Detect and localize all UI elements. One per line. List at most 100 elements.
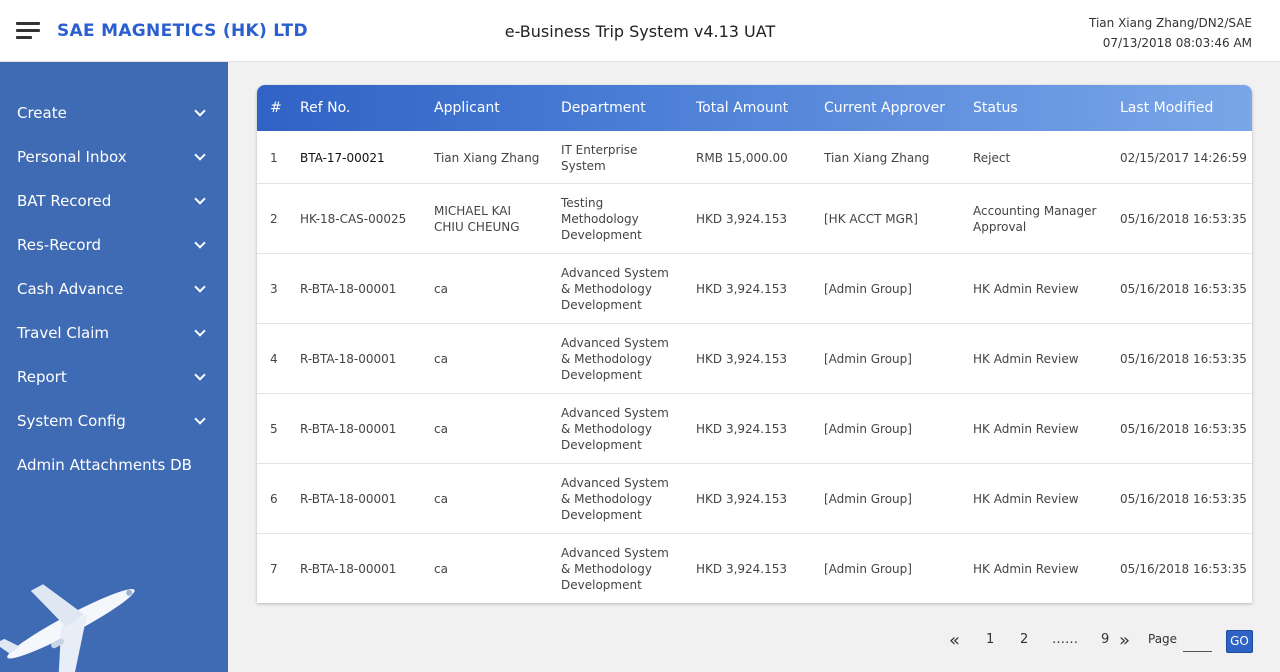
applicant-cell-line: ca (434, 352, 448, 366)
last-modified-cell: 05/16/2018 16:53:35 (1120, 422, 1247, 436)
chevron-down-icon (194, 105, 206, 117)
sidebar: Create Personal Inbox BAT Recored Res-Recor… (0, 62, 228, 672)
header-col-modified[interactable]: Last Modified (1120, 85, 1213, 131)
table-row[interactable]: 1 BTA-17-00021 Tian Xiang Zhang IT Enterpri… (257, 131, 1252, 184)
status-cell-line: HK Admin Review (973, 352, 1079, 366)
total-amount-cell: HKD 3,924.153 (696, 352, 788, 366)
header-col-department[interactable]: Department (561, 85, 646, 131)
status-cell: Reject (973, 150, 1010, 166)
department-cell-line: Testing (561, 196, 604, 210)
header-col-approver[interactable]: Current Approver (824, 85, 945, 131)
top-header: SAE MAGNETICS (HK) LTD e-Business Trip S… (0, 0, 1280, 62)
table-header: # Ref No. Applicant Department Total Amount C… (257, 85, 1252, 131)
department-cell-line: Development (561, 508, 642, 522)
row-number: 6 (270, 492, 278, 506)
header-col-num[interactable]: # (270, 85, 282, 131)
table-row[interactable]: 7 R-BTA-18-00001 ca Advanced System & Method… (257, 534, 1252, 603)
airplane-illustration (0, 584, 135, 672)
ref-number-link[interactable]: R-BTA-18-00001 (300, 561, 396, 577)
department-cell: Advanced System & Methodology Development (561, 405, 669, 453)
table-row[interactable]: 4 R-BTA-18-00001 ca Advanced System & Method… (257, 324, 1252, 394)
department-cell-line: Development (561, 578, 642, 592)
last-modified-cell: 05/16/2018 16:53:35 (1120, 562, 1247, 576)
double-chevron-right-icon[interactable]: » (1119, 632, 1130, 650)
pagination-page-link[interactable]: 9 (1101, 632, 1109, 647)
row-number: 2 (270, 212, 278, 226)
header-col-applicant[interactable]: Applicant (434, 85, 500, 131)
sidebar-item[interactable]: Admin Attachments DB (0, 443, 228, 487)
chevron-down-icon (194, 325, 206, 337)
row-number: 5 (270, 422, 278, 436)
status-cell-line: Approval (973, 220, 1027, 234)
page-number-input[interactable] (1183, 636, 1212, 652)
app-title: e-Business Trip System v4.13 UAT (504, 22, 776, 41)
row-number: 7 (270, 562, 278, 576)
department-cell: Advanced System & Methodology Development (561, 335, 669, 383)
sidebar-item-label: Res-Record (17, 236, 102, 254)
ref-number-link[interactable]: R-BTA-18-00001 (300, 351, 396, 367)
sidebar-item[interactable]: Create (0, 91, 228, 135)
applicant-cell-line: Tian Xiang Zhang (434, 151, 540, 165)
chevron-down-icon (194, 193, 206, 205)
status-cell-line: HK Admin Review (973, 422, 1079, 436)
sidebar-item[interactable]: System Config (0, 399, 228, 443)
page-label: Page (1148, 632, 1178, 646)
header-col-ref[interactable]: Ref No. (300, 85, 350, 131)
department-cell-line: Advanced System (561, 476, 669, 490)
row-number: 1 (270, 151, 278, 165)
sidebar-item-label: Report (17, 368, 67, 386)
sidebar-item[interactable]: Res-Record (0, 223, 228, 267)
pagination-page-link[interactable]: 2 (1020, 632, 1028, 647)
status-cell: HK Admin Review (973, 281, 1079, 297)
approver-cell: [Admin Group] (824, 352, 912, 366)
last-modified-cell: 05/16/2018 16:53:35 (1120, 212, 1247, 226)
department-cell-line: & Methodology (561, 562, 652, 576)
ref-number-link[interactable]: R-BTA-18-00001 (300, 281, 396, 297)
department-cell-line: Development (561, 298, 642, 312)
sidebar-item[interactable]: Cash Advance (0, 267, 228, 311)
department-cell-line: Advanced System (561, 266, 669, 280)
table-row[interactable]: 3 R-BTA-18-00001 ca Advanced System & Method… (257, 254, 1252, 324)
table-row[interactable]: 6 R-BTA-18-00001 ca Advanced System & Method… (257, 464, 1252, 534)
total-amount-cell: HKD 3,924.153 (696, 282, 788, 296)
department-cell: Advanced System & Methodology Development (561, 475, 669, 523)
current-datetime: 07/13/2018 08:03:46 AM (1102, 36, 1252, 50)
trip-records-table: # Ref No. Applicant Department Total Amount C… (257, 85, 1252, 603)
ref-number-link[interactable]: R-BTA-18-00001 (300, 491, 396, 507)
sidebar-item-label: Cash Advance (17, 280, 124, 298)
status-cell: Accounting Manager Approval (973, 203, 1096, 235)
status-cell: HK Admin Review (973, 421, 1079, 437)
sidebar-item[interactable]: Personal Inbox (0, 135, 228, 179)
pagination-page-link[interactable]: 1 (986, 632, 994, 647)
ref-number-link[interactable]: HK-18-CAS-00025 (300, 211, 406, 227)
department-cell-line: & Methodology (561, 422, 652, 436)
approver-cell: Tian Xiang Zhang (824, 151, 930, 165)
go-button[interactable]: GO (1226, 630, 1253, 653)
sidebar-item-label: Personal Inbox (17, 148, 127, 166)
approver-cell: [Admin Group] (824, 562, 912, 576)
department-cell-line: IT Enterprise (561, 143, 638, 157)
total-amount-cell: HKD 3,924.153 (696, 212, 788, 226)
table-row[interactable]: 5 R-BTA-18-00001 ca Advanced System & Method… (257, 394, 1252, 464)
department-cell-line: Advanced System (561, 406, 669, 420)
department-cell: IT Enterprise System (561, 142, 637, 174)
ref-number-link[interactable]: BTA-17-00021 (300, 150, 385, 166)
chevron-down-icon (194, 281, 206, 293)
sidebar-menu: Create Personal Inbox BAT Recored Res-Recor… (0, 91, 228, 487)
sidebar-item-label: Create (17, 104, 67, 122)
department-cell-line: Development (561, 438, 642, 452)
sidebar-item[interactable]: BAT Recored (0, 179, 228, 223)
department-cell-line: Advanced System (561, 336, 669, 350)
sidebar-item-label: Admin Attachments DB (17, 456, 192, 474)
sidebar-item[interactable]: Report (0, 355, 228, 399)
header-col-amount[interactable]: Total Amount (696, 85, 788, 131)
last-modified-cell: 05/16/2018 16:53:35 (1120, 492, 1247, 506)
approver-cell: [Admin Group] (824, 492, 912, 506)
header-col-status[interactable]: Status (973, 85, 1018, 131)
ref-number-link[interactable]: R-BTA-18-00001 (300, 421, 396, 437)
sidebar-item[interactable]: Travel Claim (0, 311, 228, 355)
pagination-ellipsis: …… (1052, 632, 1078, 647)
double-chevron-left-icon[interactable]: « (949, 632, 960, 650)
last-modified-cell: 05/16/2018 16:53:35 (1120, 352, 1247, 366)
table-row[interactable]: 2 HK-18-CAS-00025 MICHAEL KAI CHIU CHEUNG Te… (257, 184, 1252, 254)
